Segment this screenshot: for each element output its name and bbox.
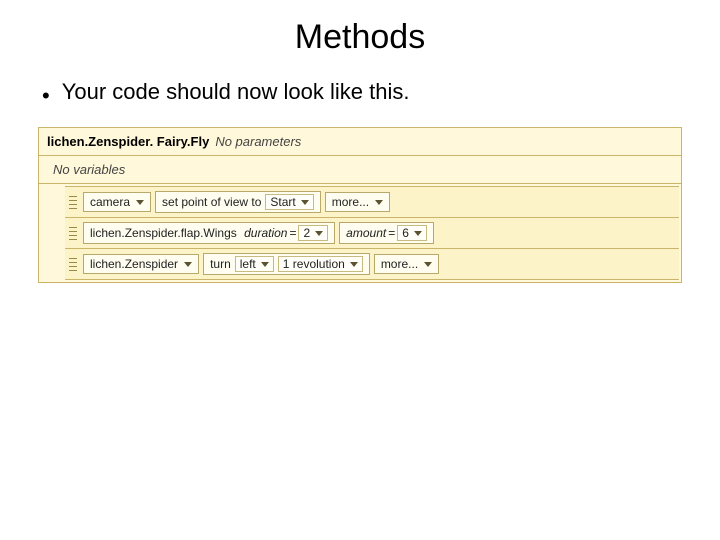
- duration-value: 2: [303, 226, 310, 240]
- subject-text: lichen.Zenspider: [90, 257, 178, 271]
- chevron-down-icon[interactable]: [414, 231, 422, 236]
- direction-dropdown[interactable]: left: [235, 256, 274, 272]
- revolution-dropdown[interactable]: 1 revolution: [278, 256, 363, 272]
- chevron-down-icon[interactable]: [301, 200, 309, 205]
- variables-row: No variables: [39, 156, 681, 184]
- chevron-down-icon[interactable]: [136, 200, 144, 205]
- subject-tile[interactable]: lichen.Zenspider: [83, 254, 199, 274]
- subject-text: camera: [90, 195, 130, 209]
- chevron-down-icon[interactable]: [375, 200, 383, 205]
- drag-handle-icon[interactable]: [69, 194, 77, 210]
- turn-tile[interactable]: turn left 1 revolution: [203, 253, 370, 275]
- target-dropdown[interactable]: Start: [265, 194, 313, 210]
- direction-text: left: [240, 257, 256, 271]
- bullet-item: • Your code should now look like this.: [42, 79, 692, 109]
- verb-text: set point of view to: [162, 195, 261, 209]
- bullet-text: Your code should now look like this.: [62, 79, 410, 105]
- chevron-down-icon[interactable]: [184, 262, 192, 267]
- instruction-row-3[interactable]: lichen.Zenspider turn left 1 revolution: [65, 249, 679, 280]
- drag-handle-icon[interactable]: [69, 225, 77, 241]
- amount-value: 6: [402, 226, 409, 240]
- target-text: Start: [270, 195, 295, 209]
- chevron-down-icon[interactable]: [424, 262, 432, 267]
- param-amount-tile[interactable]: amount = 6: [339, 222, 434, 244]
- instruction-row-1[interactable]: camera set point of view to Start more..…: [65, 186, 679, 218]
- call-subject-text: lichen.Zenspider.flap.Wings: [90, 226, 237, 240]
- more-tile[interactable]: more...: [325, 192, 390, 212]
- bullet-dot: •: [42, 83, 50, 109]
- subject-tile[interactable]: camera: [83, 192, 151, 212]
- param-amount-label: amount: [346, 226, 386, 240]
- more-tile[interactable]: more...: [374, 254, 439, 274]
- instruction-row-2[interactable]: lichen.Zenspider.flap.Wings duration = 2…: [65, 218, 679, 249]
- revolution-text: 1 revolution: [283, 257, 345, 271]
- method-name-label: lichen.Zenspider. Fairy.Fly: [47, 134, 209, 149]
- page-title: Methods: [28, 18, 692, 57]
- method-body: camera set point of view to Start more..…: [39, 184, 681, 282]
- param-note: No parameters: [215, 134, 301, 149]
- more-text: more...: [332, 195, 369, 209]
- amount-value-dropdown[interactable]: 6: [397, 225, 427, 241]
- chevron-down-icon[interactable]: [261, 262, 269, 267]
- chevron-down-icon[interactable]: [315, 231, 323, 236]
- more-text: more...: [381, 257, 418, 271]
- chevron-down-icon[interactable]: [350, 262, 358, 267]
- verb-text: turn: [210, 257, 231, 271]
- duration-value-dropdown[interactable]: 2: [298, 225, 328, 241]
- drag-handle-icon[interactable]: [69, 256, 77, 272]
- vars-note: No variables: [53, 162, 125, 177]
- param-duration-label: duration: [244, 226, 287, 240]
- verb-tile[interactable]: set point of view to Start: [155, 191, 321, 213]
- call-tile[interactable]: lichen.Zenspider.flap.Wings duration = 2: [83, 222, 335, 244]
- method-header-row: lichen.Zenspider. Fairy.Fly No parameter…: [39, 128, 681, 156]
- method-editor-panel: lichen.Zenspider. Fairy.Fly No parameter…: [38, 127, 682, 283]
